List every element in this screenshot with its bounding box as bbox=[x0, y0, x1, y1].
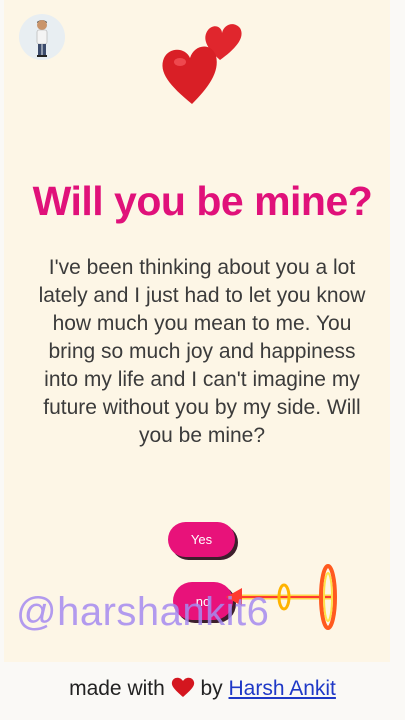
watermark: @harshankit6 bbox=[16, 590, 270, 634]
footer: made with by Harsh Ankit bbox=[0, 676, 405, 701]
page-title: Will you be mine? bbox=[32, 178, 373, 224]
love-message: I've been thinking about you a lot latel… bbox=[38, 256, 366, 447]
author-link[interactable]: Harsh Ankit bbox=[229, 677, 336, 700]
yes-button[interactable]: Yes bbox=[168, 522, 235, 557]
person-avatar-icon bbox=[19, 14, 65, 60]
two-hearts-icon bbox=[158, 18, 248, 108]
heart-icon bbox=[171, 676, 195, 698]
footer-prefix: made with bbox=[69, 677, 165, 700]
footer-by: by bbox=[200, 677, 223, 700]
